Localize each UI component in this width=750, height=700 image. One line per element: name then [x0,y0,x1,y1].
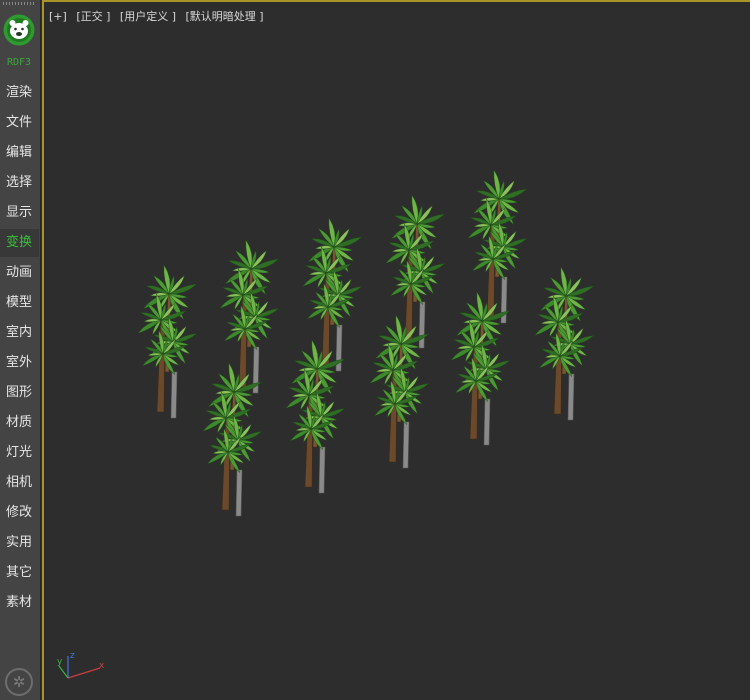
menu-item-4[interactable]: 显示 [0,199,39,227]
menu-item-2[interactable]: 编辑 [0,139,39,167]
menu-item-14[interactable]: 修改 [0,499,39,527]
menu-item-16[interactable]: 其它 [0,559,39,587]
viewport-perspective[interactable]: [+] [正交 ] [用户定义 ] [默认明暗处理 ] z y x [42,0,750,700]
palm-clump[interactable] [369,314,430,469]
menu-item-6[interactable]: 动画 [0,259,39,287]
app-window: RDF3 渲染 文件 编辑 选择 显示 变换 动画 模型 室内 室外 图形 材质 灯光 相机 修改 实用 其它素… [0,0,750,700]
menu-item-0[interactable]: 渲染 [0,79,39,107]
palm-clump[interactable] [450,291,511,446]
palm-clump[interactable] [202,362,263,517]
axis-x-label: x [99,661,105,671]
menu-item-17[interactable]: 素材 [0,589,39,617]
gear-icon[interactable]: ✲ [5,668,33,696]
menu-item-11[interactable]: 材质 [0,409,39,437]
menu-item-7[interactable]: 模型 [0,289,39,317]
axis-y-label: y [57,657,63,667]
palm-clump[interactable] [137,264,198,419]
palm-clump[interactable] [385,194,446,349]
menu-item-1[interactable]: 文件 [0,109,39,137]
palm-clump[interactable] [534,266,595,421]
axis-gizmo-icon: z y x [57,651,105,679]
menu-item-3[interactable]: 选择 [0,169,39,197]
menu-item-12[interactable]: 灯光 [0,439,39,467]
brand-label: RDF3 [6,57,32,68]
palm-tree-scene[interactable] [44,2,750,700]
menu-item-8[interactable]: 室内 [0,319,39,347]
palm-clump[interactable] [302,217,363,372]
left-toolbar: RDF3 渲染 文件 编辑 选择 显示 变换 动画 模型 室内 室外 图形 材质 灯光 相机 修改 实用 其它素… [0,0,41,700]
palm-clump[interactable] [285,339,346,494]
palm-clump[interactable] [467,169,528,324]
menu-item-13[interactable]: 相机 [0,469,39,497]
menu-item-10[interactable]: 图形 [0,379,39,407]
toolbar-drag-handle[interactable] [3,2,36,5]
axis-z-label: z [70,651,75,661]
menu-item-15[interactable]: 实用 [0,529,39,557]
menu-item-5[interactable]: 变换 [0,229,39,257]
logo-icon[interactable] [3,14,35,46]
menu-item-9[interactable]: 室外 [0,349,39,377]
